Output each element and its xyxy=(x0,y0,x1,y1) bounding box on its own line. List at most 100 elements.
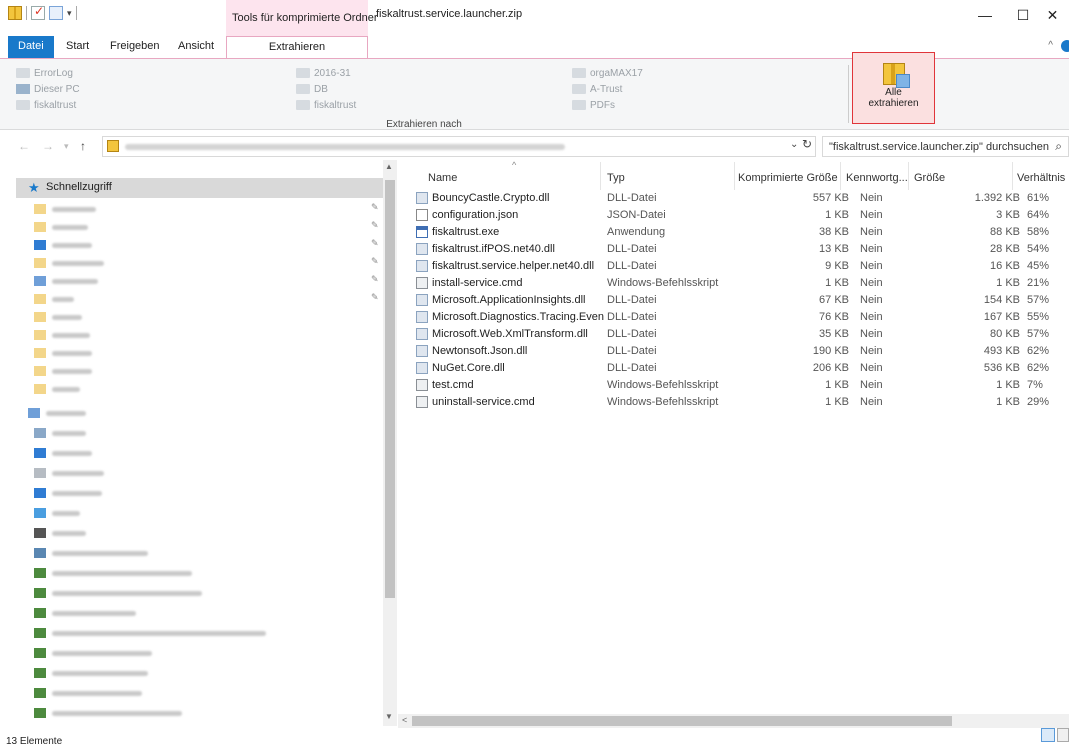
properties-icon[interactable] xyxy=(31,4,45,20)
pin-icon[interactable]: ✎ xyxy=(371,292,379,303)
tab-view[interactable]: Ansicht xyxy=(170,36,222,58)
nav-item-redacted[interactable] xyxy=(34,646,152,660)
pin-icon[interactable]: ✎ xyxy=(371,202,379,213)
destination-pdfs[interactable]: PDFs xyxy=(572,97,615,113)
pin-icon[interactable]: ✎ xyxy=(371,220,379,231)
file-row[interactable]: uninstall-service.cmd Windows-Befehlsskri… xyxy=(414,394,1069,411)
nav-item-redacted[interactable] xyxy=(34,666,148,680)
search-icon[interactable]: ⌕ xyxy=(1055,139,1062,154)
extract-all-button[interactable]: Alle extrahieren xyxy=(852,52,935,124)
file-row[interactable]: Microsoft.Web.XmlTransform.dll DLL-Datei 3… xyxy=(414,326,1069,343)
file-row[interactable]: fiskaltrust.service.helper.net40.dll DLL-… xyxy=(414,258,1069,275)
nav-item-redacted[interactable] xyxy=(34,220,88,234)
file-row[interactable]: Microsoft.ApplicationInsights.dll DLL-Dat… xyxy=(414,292,1069,309)
nav-item-redacted[interactable] xyxy=(34,526,86,540)
close-button[interactable]: ✕ xyxy=(1036,5,1069,35)
scroll-down-arrow-icon[interactable]: ▼ xyxy=(385,712,393,721)
column-divider[interactable] xyxy=(734,162,735,190)
nav-item-redacted[interactable] xyxy=(34,486,102,500)
nav-item-redacted[interactable] xyxy=(34,256,104,270)
column-header-ratio[interactable]: Verhältnis xyxy=(1017,172,1065,184)
address-bar[interactable] xyxy=(102,136,816,157)
nav-item-redacted[interactable] xyxy=(28,406,86,420)
column-divider[interactable] xyxy=(1012,162,1013,190)
tab-extract[interactable]: Extrahieren xyxy=(226,36,368,58)
nav-item-redacted[interactable] xyxy=(34,274,98,288)
help-icon[interactable] xyxy=(1061,40,1069,52)
column-header-name[interactable]: Name xyxy=(428,172,457,184)
scroll-left-arrow-icon[interactable]: < xyxy=(402,715,407,725)
nav-item-redacted[interactable] xyxy=(34,328,90,342)
large-icons-view-icon[interactable] xyxy=(1057,728,1069,742)
file-row[interactable]: NuGet.Core.dll DLL-Datei 206 KB Nein 536 KB 6… xyxy=(414,360,1069,377)
destination-fiskaltrust-2[interactable]: fiskaltrust xyxy=(296,97,356,113)
column-divider[interactable] xyxy=(600,162,601,190)
file-row[interactable]: BouncyCastle.Crypto.dll DLL-Datei 557 KB Ne… xyxy=(414,190,1069,207)
nav-item-redacted[interactable] xyxy=(34,364,92,378)
refresh-icon[interactable]: ↻ xyxy=(802,137,812,151)
horizontal-scrollbar-thumb[interactable] xyxy=(412,716,952,726)
file-row[interactable]: test.cmd Windows-Befehlsskript 1 KB Nein 1 K… xyxy=(414,377,1069,394)
file-row[interactable]: Newtonsoft.Json.dll DLL-Datei 190 KB Nein 49… xyxy=(414,343,1069,360)
nav-item-redacted[interactable] xyxy=(34,382,80,396)
column-header-password[interactable]: Kennwortg... xyxy=(846,172,908,184)
destination-a-trust[interactable]: A-Trust xyxy=(572,81,622,97)
nav-item-redacted[interactable] xyxy=(34,586,202,600)
customize-toolbar-chevron-icon[interactable]: ▾ xyxy=(67,8,72,19)
nav-item-redacted[interactable] xyxy=(34,292,74,306)
new-folder-icon[interactable] xyxy=(49,6,63,20)
column-divider[interactable] xyxy=(908,162,909,190)
nav-item-redacted[interactable] xyxy=(34,466,104,480)
file-row[interactable]: Microsoft.Diagnostics.Tracing.Even... DLL… xyxy=(414,309,1069,326)
collapse-ribbon-chevron-icon[interactable]: ^ xyxy=(1048,40,1053,51)
nav-item-redacted[interactable] xyxy=(34,566,192,580)
nav-item-redacted[interactable] xyxy=(34,202,96,216)
nav-item-redacted[interactable] xyxy=(34,686,142,700)
destination-2016-31[interactable]: 2016-31 xyxy=(296,65,351,81)
up-arrow-icon[interactable]: ↑ xyxy=(80,139,86,153)
nav-item-redacted[interactable] xyxy=(34,626,266,640)
file-row[interactable]: configuration.json JSON-Datei 1 KB Nein 3 KB… xyxy=(414,207,1069,224)
file-list-horizontal-scrollbar[interactable]: < xyxy=(398,714,1069,728)
nav-item-redacted[interactable] xyxy=(34,706,182,720)
scroll-up-arrow-icon[interactable]: ▲ xyxy=(385,162,393,171)
column-divider[interactable] xyxy=(840,162,841,190)
nav-item-redacted[interactable] xyxy=(34,506,80,520)
nav-item-redacted[interactable] xyxy=(34,238,92,252)
navigation-scrollbar[interactable]: ▲ ▼ xyxy=(383,160,397,726)
pin-icon[interactable]: ✎ xyxy=(371,274,379,285)
nav-item-redacted[interactable] xyxy=(34,446,92,460)
nav-item-redacted[interactable] xyxy=(34,310,82,324)
destination-fiskaltrust[interactable]: fiskaltrust xyxy=(16,97,76,113)
pin-icon[interactable]: ✎ xyxy=(371,256,379,267)
column-header-type[interactable]: Typ xyxy=(607,172,625,184)
nav-quick-access[interactable]: ★ Schnellzugriff xyxy=(16,178,386,198)
file-row[interactable]: install-service.cmd Windows-Befehlsskript… xyxy=(414,275,1069,292)
back-arrow-icon[interactable]: ← xyxy=(18,139,30,153)
file-row[interactable]: fiskaltrust.ifPOS.net40.dll DLL-Datei 13 K… xyxy=(414,241,1069,258)
nav-item-redacted[interactable] xyxy=(34,606,136,620)
navigation-scrollbar-thumb[interactable] xyxy=(385,180,395,598)
nav-item-redacted[interactable] xyxy=(34,546,148,560)
column-header-size[interactable]: Größe xyxy=(914,172,945,184)
pin-icon[interactable]: ✎ xyxy=(371,238,379,249)
search-input[interactable]: "fiskaltrust.service.launcher.zip" durch… xyxy=(829,141,1049,153)
tab-share[interactable]: Freigeben xyxy=(102,36,168,58)
column-header-compressed-size[interactable]: Komprimierte Größe xyxy=(738,172,838,184)
nav-item-redacted[interactable] xyxy=(34,426,86,440)
file-row[interactable]: fiskaltrust.exe Anwendung 38 KB Nein 88 KB 58… xyxy=(414,224,1069,241)
tab-file[interactable]: Datei xyxy=(8,36,54,58)
redacted-label xyxy=(52,570,192,576)
destination-errorlog[interactable]: ErrorLog xyxy=(16,65,73,81)
destination-db[interactable]: DB xyxy=(296,81,328,97)
extract-all-label-2: extrahieren xyxy=(868,98,919,109)
address-history-chevron-icon[interactable]: ⌄ xyxy=(790,139,798,150)
destination-orgamax17[interactable]: orgaMAX17 xyxy=(572,65,643,81)
nav-item-redacted[interactable] xyxy=(34,346,92,360)
destination-dieser-pc[interactable]: Dieser PC xyxy=(16,81,80,97)
forward-arrow-icon[interactable]: → xyxy=(42,139,54,153)
search-box[interactable]: "fiskaltrust.service.launcher.zip" durch… xyxy=(822,136,1069,157)
recent-locations-chevron-icon[interactable]: ▾ xyxy=(64,141,69,152)
details-view-icon[interactable] xyxy=(1041,728,1055,742)
tab-start[interactable]: Start xyxy=(58,36,97,58)
